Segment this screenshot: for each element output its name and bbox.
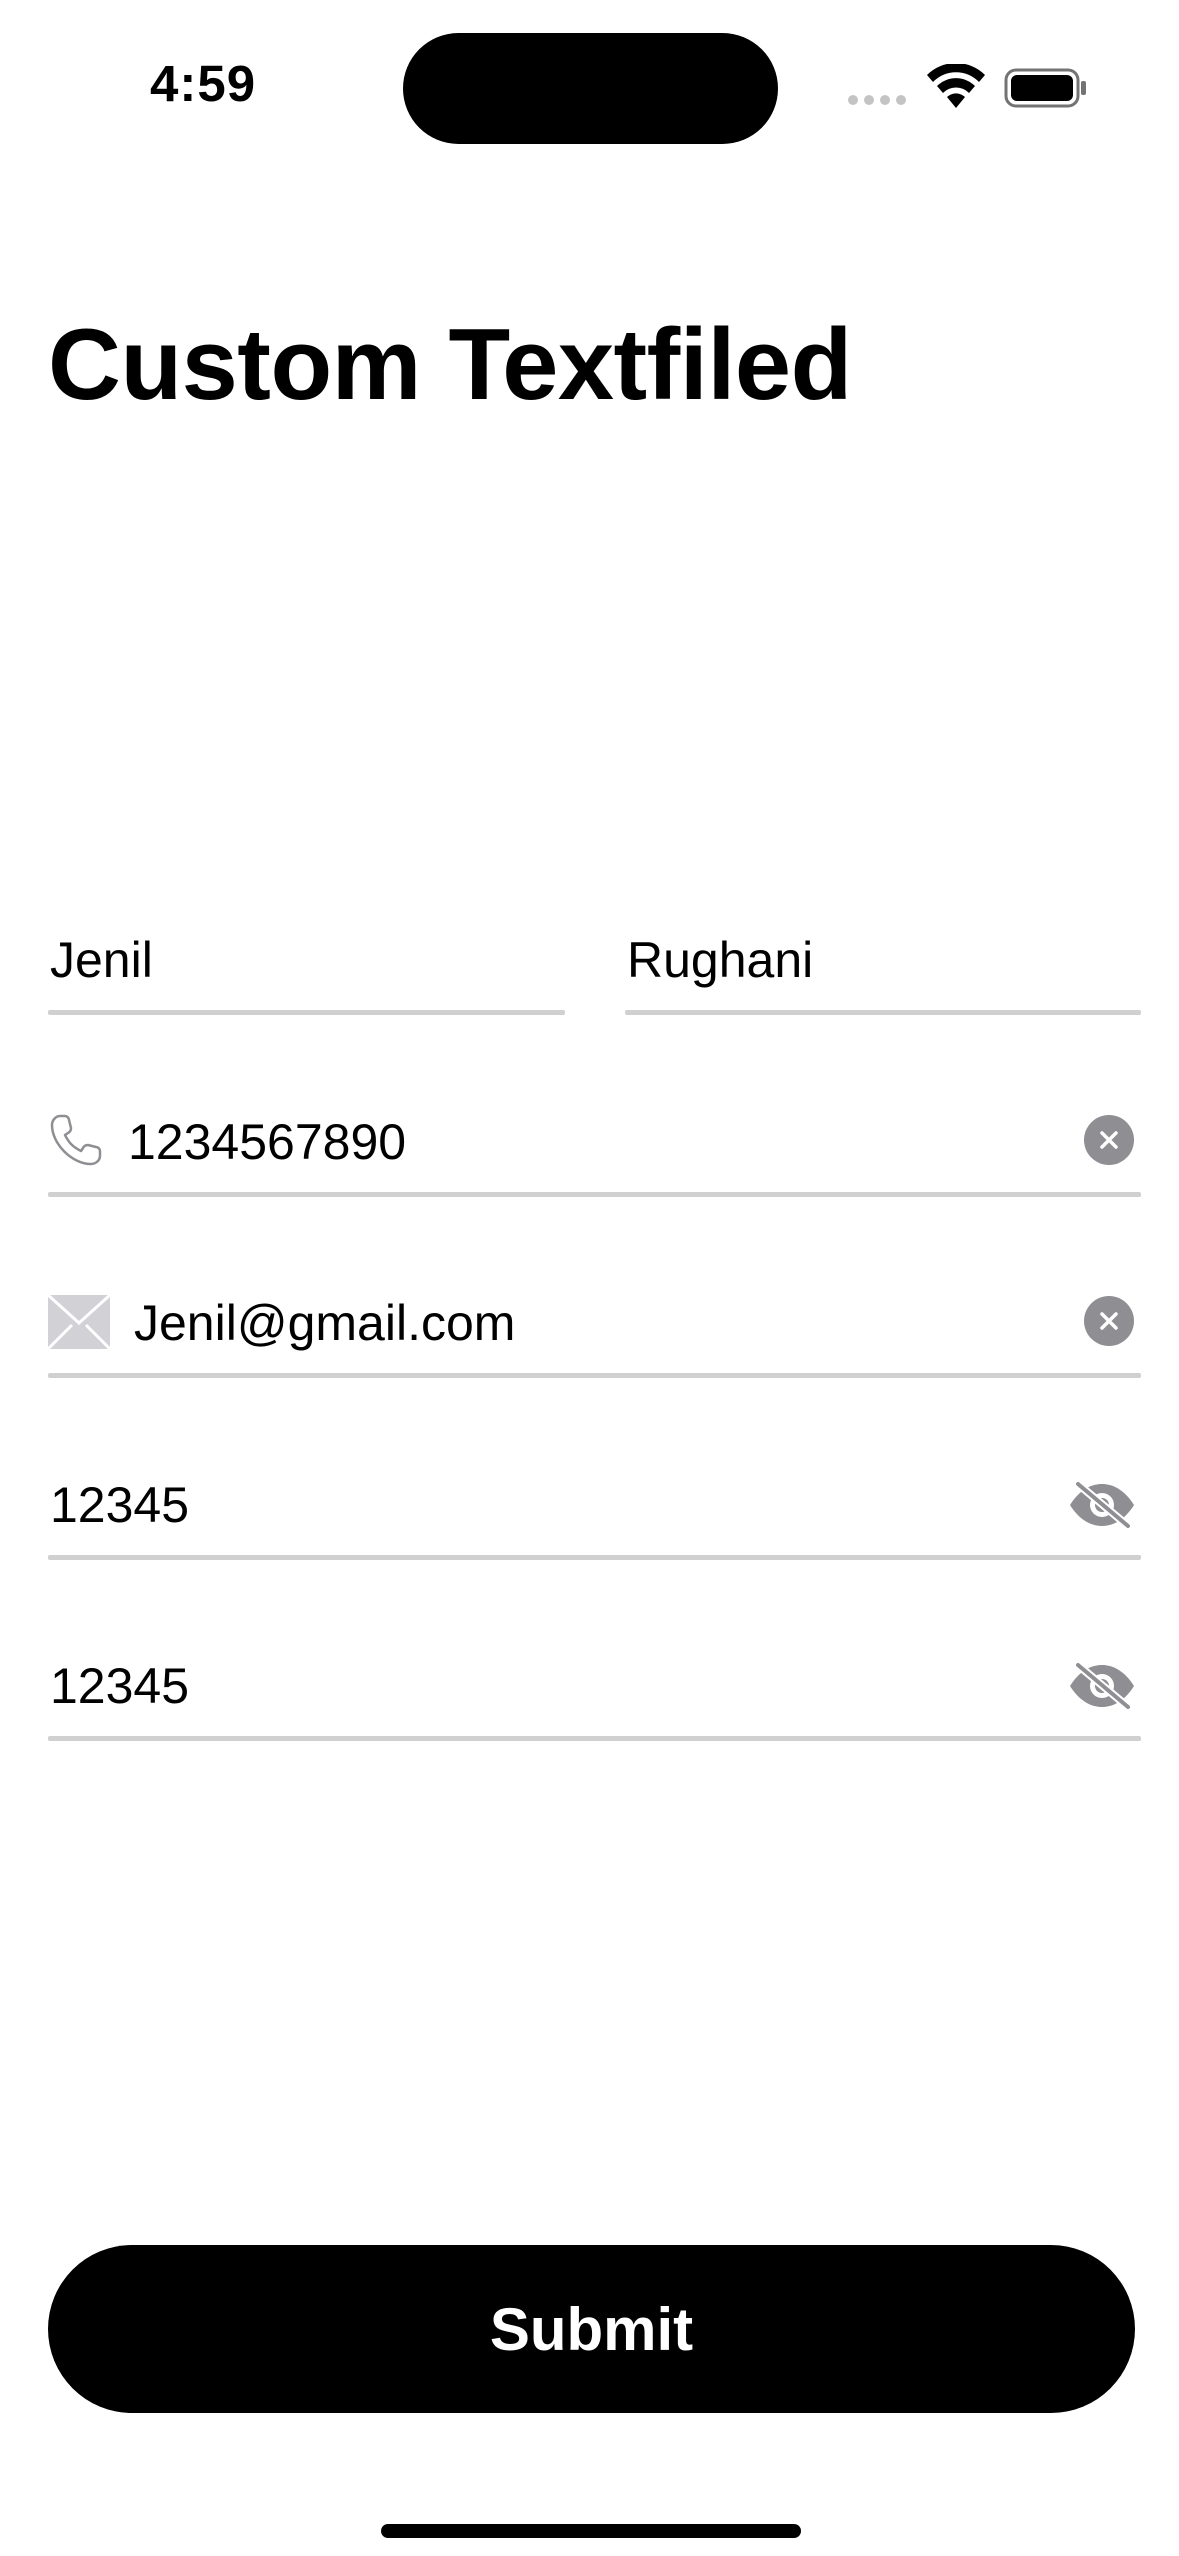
password-field[interactable]: 12345: [48, 1463, 1141, 1563]
password-value: 12345: [50, 1477, 190, 1533]
email-underline: [48, 1373, 1141, 1378]
phone-icon: [50, 1114, 102, 1166]
last-name-underline: [625, 1010, 1141, 1015]
confirm-password-underline: [48, 1736, 1141, 1741]
confirm-password-value: 12345: [50, 1658, 190, 1714]
close-icon: [1100, 1131, 1118, 1149]
wifi-icon: [927, 64, 985, 108]
submit-button[interactable]: Submit: [48, 2245, 1135, 2413]
last-name-value: Rughani: [627, 932, 814, 988]
cellular-signal-icon: [848, 95, 906, 105]
close-icon: [1100, 1312, 1118, 1330]
first-name-underline: [48, 1010, 565, 1015]
email-value: Jenil@gmail.com: [134, 1295, 516, 1351]
dynamic-island: [403, 33, 778, 144]
email-field[interactable]: Jenil@gmail.com: [48, 1281, 1141, 1381]
status-time: 4:59: [150, 55, 257, 112]
eye-slash-icon[interactable]: [1066, 1662, 1138, 1710]
battery-icon: [1004, 68, 1086, 108]
first-name-field[interactable]: Jenil: [48, 918, 565, 1018]
submit-button-label: Submit: [489, 2295, 694, 2363]
phone-field[interactable]: 1234567890: [48, 1100, 1141, 1200]
envelope-icon: [48, 1293, 110, 1351]
first-name-value: Jenil: [50, 932, 153, 988]
last-name-field[interactable]: Rughani: [625, 918, 1141, 1018]
home-indicator[interactable]: [381, 2524, 801, 2538]
password-underline: [48, 1555, 1141, 1560]
page-title: Custom Textfiled: [48, 309, 852, 421]
eye-slash-icon[interactable]: [1066, 1481, 1138, 1529]
phone-underline: [48, 1192, 1141, 1197]
clear-phone-button[interactable]: [1084, 1115, 1134, 1165]
phone-value: 1234567890: [128, 1114, 407, 1170]
clear-email-button[interactable]: [1084, 1296, 1134, 1346]
confirm-password-field[interactable]: 12345: [48, 1644, 1141, 1744]
